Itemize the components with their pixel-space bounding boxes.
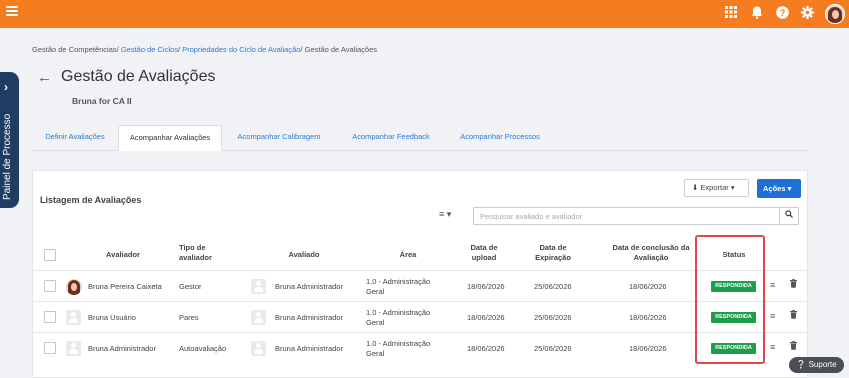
- chevron-right-icon: ›: [4, 80, 8, 94]
- col-header-tipo[interactable]: Tipo de avaliador: [179, 243, 231, 263]
- avatar: [66, 341, 81, 356]
- actions-button[interactable]: Ações ▾: [757, 179, 801, 198]
- filter-icon[interactable]: ≡ ▾: [439, 209, 451, 220]
- list-icon[interactable]: ≡: [770, 280, 775, 290]
- table-divider: [33, 270, 807, 271]
- tab-acompanhar-feedback[interactable]: Acompanhar Feedback: [340, 125, 442, 151]
- cell-tipo: Pares: [179, 313, 199, 322]
- tab-acompanhar-avaliacoes[interactable]: Acompanhar Avaliações: [118, 125, 222, 151]
- cell-expiracao: 25/06/2026: [534, 344, 572, 353]
- search-button[interactable]: [779, 207, 799, 225]
- avatar: [251, 341, 266, 356]
- menu-icon[interactable]: [6, 6, 18, 18]
- caret-down-icon: ▾: [787, 184, 792, 193]
- list-icon[interactable]: ≡: [770, 311, 775, 321]
- evaluations-card: Listagem de Avaliações ⬇ Exportar ▾ Açõe…: [32, 170, 808, 378]
- cell-area: 1.0 - Administração Geral: [366, 277, 431, 296]
- avatar: [251, 279, 266, 294]
- export-button[interactable]: ⬇ Exportar ▾: [684, 179, 749, 197]
- select-all-checkbox[interactable]: [44, 249, 56, 261]
- process-panel-tab[interactable]: › Painel de Processo: [0, 72, 19, 208]
- avatar: [66, 310, 81, 325]
- table-divider: [33, 332, 807, 333]
- breadcrumb-item[interactable]: Gestão de Competências: [32, 45, 117, 54]
- help-icon[interactable]: ?: [774, 6, 790, 22]
- list-icon[interactable]: ≡: [770, 342, 775, 352]
- actions-label: Ações: [763, 184, 786, 193]
- row-checkbox[interactable]: [44, 311, 56, 323]
- row-checkbox[interactable]: [44, 280, 56, 292]
- tab-acompanhar-calibragem[interactable]: Acompanhar Calibragem: [226, 125, 332, 151]
- bell-icon[interactable]: [749, 6, 765, 22]
- search-icon: [785, 210, 793, 218]
- page-subtitle: Bruna for CA II: [72, 96, 132, 106]
- cell-upload: 18/06/2026: [467, 313, 505, 322]
- cell-expiracao: 25/06/2026: [534, 282, 572, 291]
- cell-area: 1.0 - Administração Geral: [366, 339, 431, 358]
- caret-down-icon: ▾: [730, 183, 735, 192]
- top-bar: ?: [0, 0, 849, 28]
- export-label: Exportar: [700, 183, 729, 192]
- tab-definir-avaliacoes[interactable]: Definir Avaliações: [32, 125, 118, 151]
- col-header-area[interactable]: Área: [388, 250, 428, 260]
- tab-acompanhar-processos[interactable]: Acompanhar Processos: [448, 125, 552, 151]
- process-panel-label: Painel de Processo: [2, 113, 13, 200]
- cell-expiracao: 25/06/2026: [534, 313, 572, 322]
- tabs: Definir Avaliações Acompanhar Avaliações…: [32, 125, 808, 151]
- apps-grid-icon[interactable]: [723, 6, 739, 22]
- col-header-conclusao[interactable]: Data de conclusão da Avaliação: [603, 243, 699, 263]
- status-column-highlight: [695, 235, 765, 364]
- cell-upload: 18/06/2026: [467, 344, 505, 353]
- cell-area: 1.0 - Administração Geral: [366, 308, 431, 327]
- cell-conclusao: 18/06/2026: [629, 313, 667, 322]
- cell-avaliado: Bruna Administrador: [275, 344, 343, 353]
- breadcrumb-current: Gestão de Avaliações: [304, 45, 378, 54]
- cell-conclusao: 18/06/2026: [629, 344, 667, 353]
- col-header-expiracao[interactable]: Data de Expiração: [525, 243, 581, 263]
- col-header-avaliador[interactable]: Avaliador: [88, 250, 158, 260]
- table-divider: [33, 301, 807, 302]
- download-icon: ⬇: [692, 183, 699, 192]
- breadcrumb: Gestão de Competências/ Gestão de Ciclos…: [32, 45, 378, 54]
- gear-icon[interactable]: [799, 6, 815, 22]
- col-header-upload[interactable]: Data de upload: [459, 243, 509, 263]
- cell-avaliador: Bruna Usuário: [88, 313, 136, 322]
- search-input[interactable]: [473, 207, 779, 225]
- support-button[interactable]: ❔ Suporte: [789, 357, 844, 373]
- cell-upload: 18/06/2026: [467, 282, 505, 291]
- breadcrumb-item[interactable]: Propriedades do Ciclo de Avaliação: [182, 45, 300, 54]
- user-avatar[interactable]: [825, 4, 845, 24]
- cell-avaliado: Bruna Administrador: [275, 282, 343, 291]
- avatar: [66, 279, 82, 295]
- trash-icon[interactable]: [790, 310, 797, 321]
- trash-icon[interactable]: [790, 341, 797, 352]
- page-title: Gestão de Avaliações: [61, 68, 216, 85]
- cell-tipo: Autoavaliação: [179, 344, 227, 353]
- help-icon: ❔: [796, 360, 807, 369]
- row-checkbox[interactable]: [44, 342, 56, 354]
- support-label: Suporte: [808, 360, 837, 369]
- cell-avaliador: Bruna Administrador: [88, 344, 156, 353]
- col-header-avaliado[interactable]: Avaliado: [269, 250, 339, 260]
- avatar: [251, 310, 266, 325]
- cell-conclusao: 18/06/2026: [629, 282, 667, 291]
- cell-avaliado: Bruna Administrador: [275, 313, 343, 322]
- trash-icon[interactable]: [790, 279, 797, 290]
- card-title: Listagem de Avaliações: [40, 195, 142, 205]
- cell-avaliador: Bruna Pereira Caixeta: [88, 282, 162, 291]
- svg-text:?: ?: [779, 8, 785, 18]
- cell-tipo: Gestor: [179, 282, 202, 291]
- back-arrow-icon[interactable]: ←: [37, 69, 52, 86]
- breadcrumb-item[interactable]: Gestão de Ciclos: [121, 45, 178, 54]
